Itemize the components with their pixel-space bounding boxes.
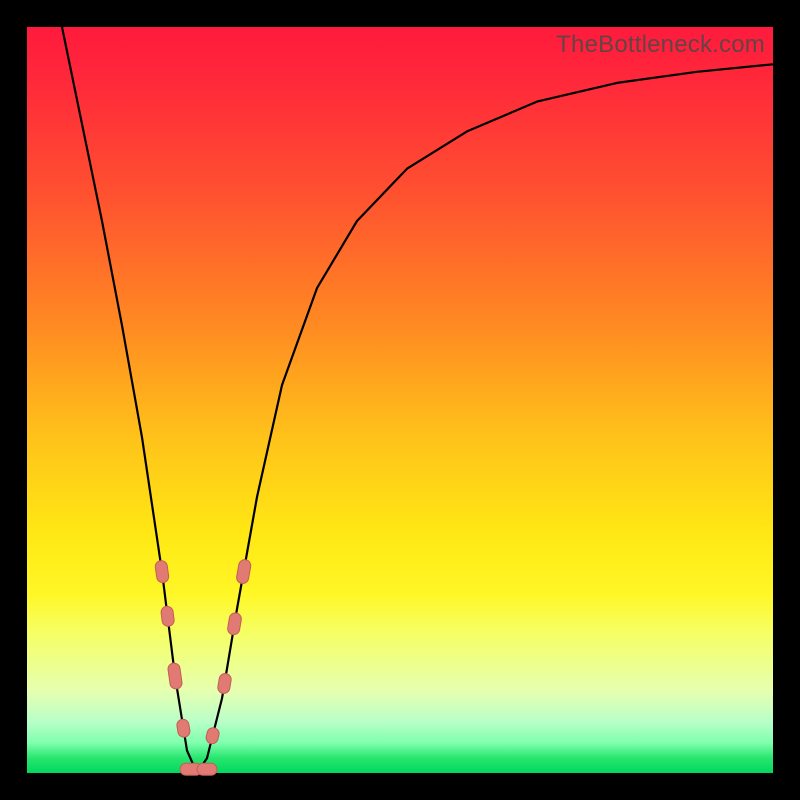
curve-bead xyxy=(236,559,252,585)
bottleneck-curve xyxy=(62,27,773,773)
curve-bead xyxy=(205,726,221,744)
curve-bead xyxy=(167,662,183,689)
curve-bead xyxy=(197,763,217,775)
curve-bead xyxy=(176,718,191,738)
curve-bead xyxy=(217,673,232,695)
curve-bead xyxy=(160,606,174,627)
plot-area: TheBottleneck.com xyxy=(27,27,773,773)
curve-svg xyxy=(27,27,773,773)
curve-bead xyxy=(227,612,242,636)
beads-group xyxy=(155,559,252,776)
curve-bead xyxy=(155,560,170,583)
chart-frame: TheBottleneck.com xyxy=(0,0,800,800)
